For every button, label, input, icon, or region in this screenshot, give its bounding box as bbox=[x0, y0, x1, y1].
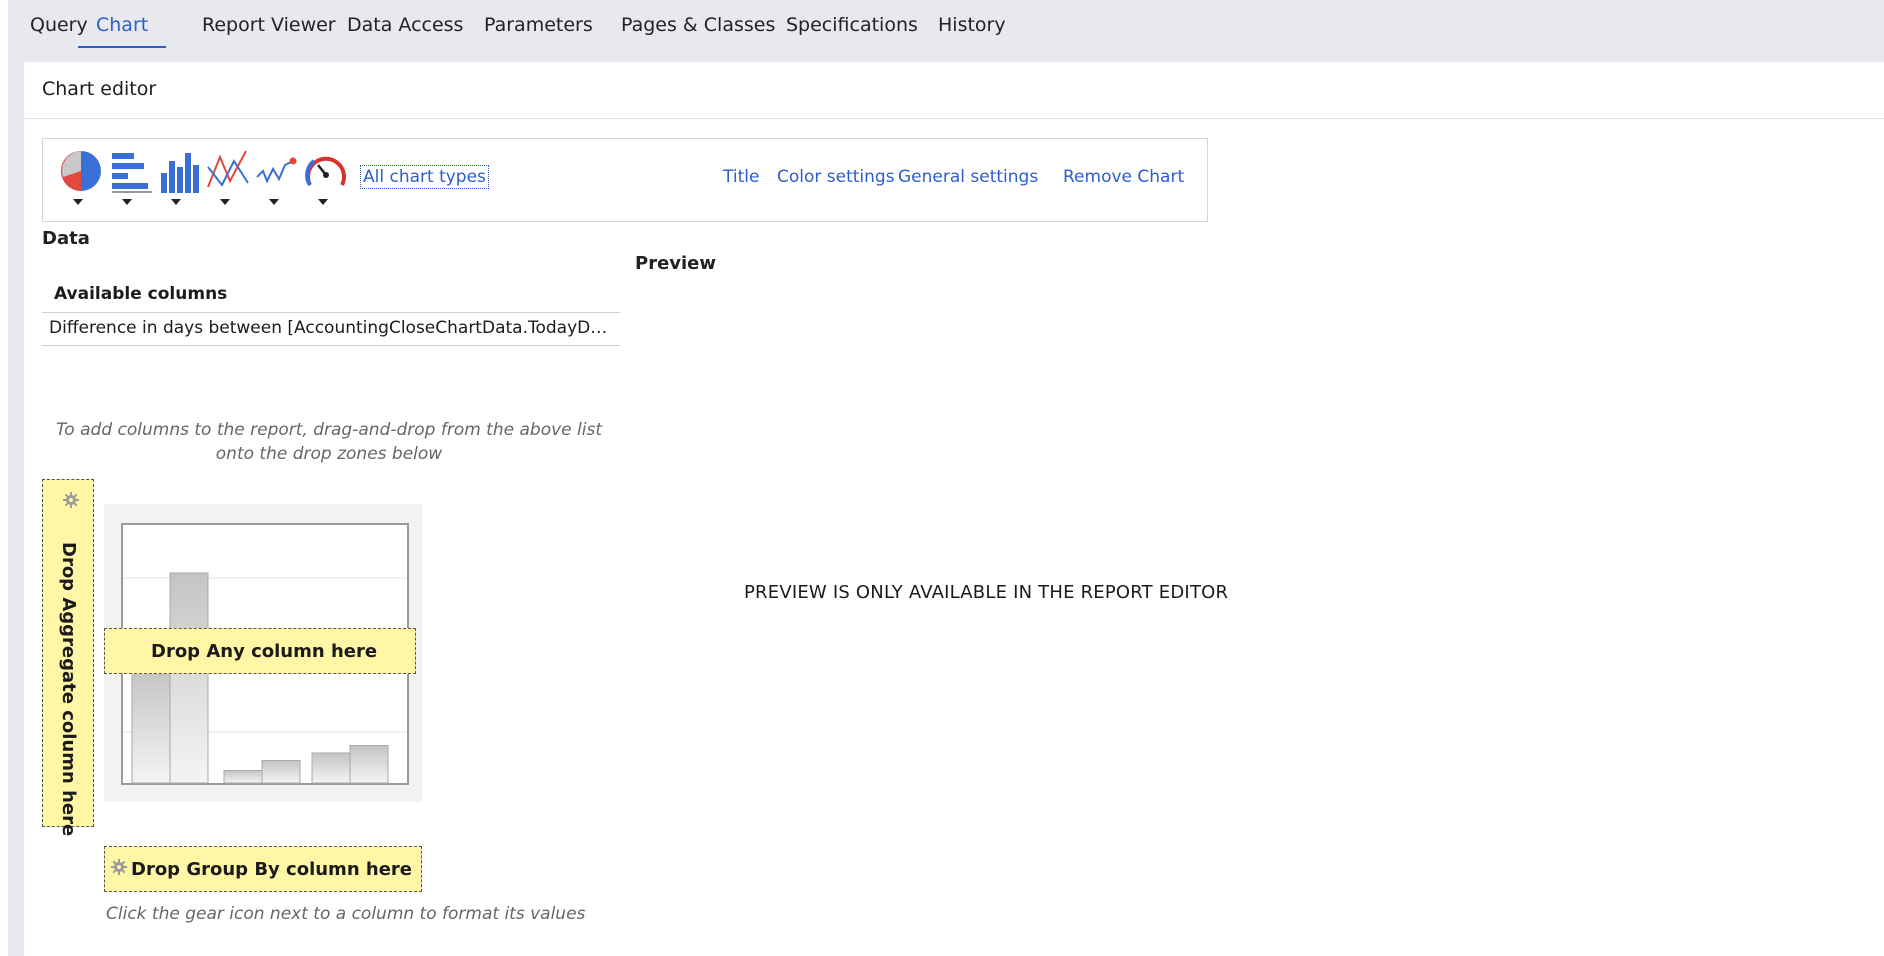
drop-any-zone[interactable]: Drop Any column here bbox=[104, 628, 416, 674]
panel-header: Chart editor bbox=[24, 62, 1884, 119]
chart-editor-panel: Chart editor All chart types Title Color… bbox=[24, 62, 1884, 956]
bar-chart-type-button[interactable] bbox=[108, 147, 154, 205]
gear-icon[interactable] bbox=[111, 859, 127, 875]
drop-aggregate-zone[interactable]: Drop Aggregate column here bbox=[42, 479, 94, 836]
chevron-down-icon bbox=[220, 199, 230, 205]
all-chart-types-link[interactable]: All chart types bbox=[360, 165, 489, 189]
column-chart-icon bbox=[161, 153, 199, 193]
chevron-down-icon bbox=[122, 199, 132, 205]
sparkline-chart-icon bbox=[256, 157, 297, 184]
placeholder-bar bbox=[223, 770, 263, 784]
general-settings-link[interactable]: General settings bbox=[898, 167, 1038, 187]
drop-aggregate-label: Drop Aggregate column here bbox=[58, 542, 79, 837]
tab-chart[interactable]: Chart bbox=[78, 12, 167, 48]
sparkline-chart-type-button[interactable] bbox=[255, 147, 301, 205]
available-columns-header: Available columns bbox=[54, 284, 228, 304]
available-column-item[interactable]: Difference in days between [AccountingCl… bbox=[42, 312, 620, 346]
tab-pages-classes[interactable]: Pages & Classes bbox=[603, 12, 793, 48]
chevron-down-icon bbox=[318, 199, 328, 205]
tab-bar: Query Chart Report Viewer Data Access Pa… bbox=[8, 0, 1884, 62]
page-title: Chart editor bbox=[42, 78, 157, 100]
chevron-down-icon bbox=[171, 199, 181, 205]
gauge-chart-icon bbox=[305, 156, 346, 187]
drop-group-by-label: Drop Group By column here bbox=[131, 859, 413, 880]
app-background: Query Chart Report Viewer Data Access Pa… bbox=[8, 0, 1884, 956]
line-chart-type-button[interactable] bbox=[206, 147, 252, 205]
drop-any-label: Drop Any column here bbox=[151, 641, 378, 662]
gear-format-hint: Click the gear icon next to a column to … bbox=[106, 904, 586, 924]
drop-group-by-zone[interactable]: Drop Group By column here bbox=[104, 846, 422, 892]
tab-data-access[interactable]: Data Access bbox=[329, 12, 481, 48]
gauge-chart-type-button[interactable] bbox=[304, 147, 350, 205]
preview-message: PREVIEW IS ONLY AVAILABLE IN THE REPORT … bbox=[744, 582, 1229, 603]
line-chart-icon bbox=[207, 150, 249, 188]
chevron-down-icon bbox=[269, 199, 279, 205]
tab-history[interactable]: History bbox=[920, 12, 1024, 48]
pie-chart-icon bbox=[61, 151, 101, 191]
placeholder-bar bbox=[169, 572, 209, 784]
placeholder-bar bbox=[131, 670, 171, 784]
preview-section-label: Preview bbox=[635, 253, 717, 274]
placeholder-bar bbox=[261, 760, 301, 784]
horizontal-bar-chart-icon bbox=[112, 153, 152, 193]
column-chart-type-button[interactable] bbox=[157, 147, 203, 205]
chart-toolbar: All chart types Title Color settings Gen… bbox=[42, 138, 1208, 222]
title-link[interactable]: Title bbox=[723, 167, 759, 187]
data-section-label: Data bbox=[42, 228, 90, 249]
placeholder-bar bbox=[349, 745, 389, 784]
chevron-down-icon bbox=[73, 199, 83, 205]
drag-drop-hint: To add columns to the report, drag-and-d… bbox=[56, 420, 602, 464]
remove-chart-link[interactable]: Remove Chart bbox=[1063, 167, 1184, 187]
color-settings-link[interactable]: Color settings bbox=[777, 167, 895, 187]
tab-specifications[interactable]: Specifications bbox=[768, 12, 936, 48]
placeholder-bar bbox=[311, 752, 351, 784]
gear-icon[interactable] bbox=[63, 492, 79, 508]
pie-chart-type-button[interactable] bbox=[59, 147, 105, 205]
tab-parameters[interactable]: Parameters bbox=[466, 12, 611, 48]
